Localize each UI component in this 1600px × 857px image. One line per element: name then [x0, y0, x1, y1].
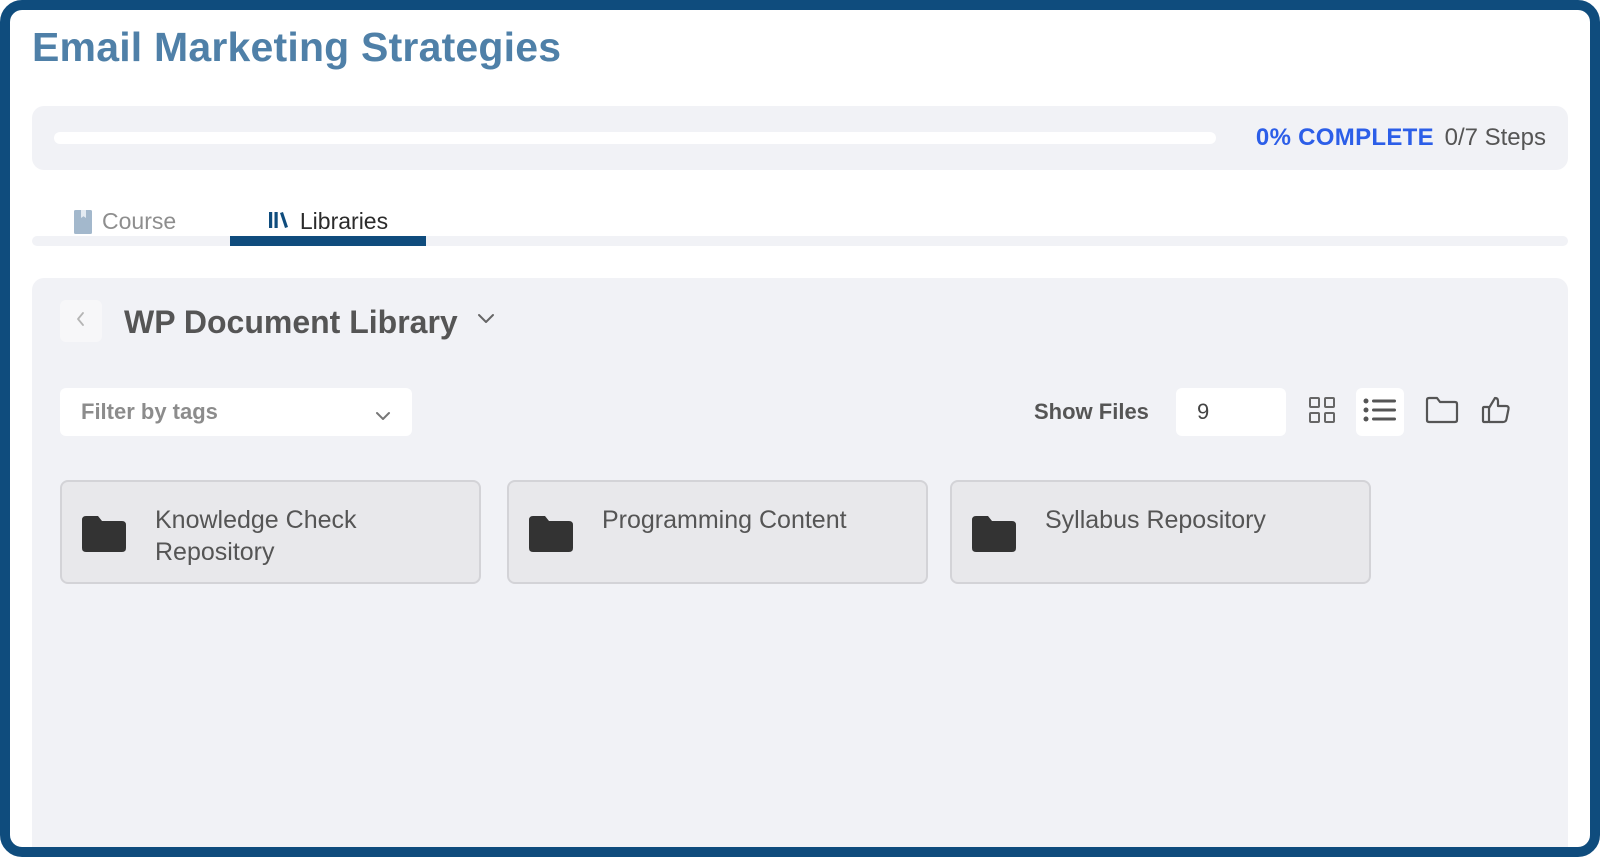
folder-name: Syllabus Repository [1045, 506, 1266, 534]
show-files-label: Show Files [1034, 399, 1149, 424]
folder-card[interactable]: Knowledge Check Repository [60, 480, 481, 584]
grid-view-icon [1308, 396, 1336, 429]
progress-bar [54, 132, 1216, 144]
folder-name: Knowledge Check Repository [155, 506, 357, 566]
page-title: Email Marketing Strategies [32, 24, 562, 70]
tab-course-label: Course [102, 208, 177, 234]
chevron-left-icon [75, 311, 87, 332]
folder-icon [970, 514, 1018, 559]
folder-card[interactable]: Syllabus Repository [950, 480, 1371, 584]
library-icon [268, 210, 290, 230]
document-library-panel: WP Document Library Filter by tags Show … [32, 278, 1568, 847]
show-files-input[interactable]: 9 [1176, 388, 1286, 436]
like-button[interactable] [1472, 388, 1520, 436]
book-icon [74, 210, 92, 234]
grid-view-button[interactable] [1298, 388, 1346, 436]
filter-by-tags-placeholder: Filter by tags [81, 399, 218, 424]
tab-course[interactable]: Course [74, 196, 234, 246]
library-dropdown-chevron-icon[interactable] [476, 312, 496, 331]
progress-steps: 0/7 Steps [1444, 124, 1546, 151]
tab-libraries[interactable]: Libraries [230, 196, 426, 246]
progress-percent: 0% COMPLETE [1255, 124, 1434, 151]
library-title: WP Document Library [124, 304, 458, 340]
list-view-button[interactable] [1356, 388, 1404, 436]
thumbs-up-icon [1481, 395, 1511, 430]
back-button[interactable] [60, 300, 102, 342]
tab-libraries-label: Libraries [299, 208, 389, 234]
folder-view-button[interactable] [1418, 388, 1466, 436]
folder-icon [527, 514, 575, 559]
progress-panel: 0% COMPLETE 0/7 Steps [32, 106, 1568, 170]
folder-card[interactable]: Programming Content [507, 480, 928, 584]
folder-view-icon [1425, 396, 1459, 429]
list-view-icon [1363, 397, 1397, 428]
filter-by-tags-select[interactable]: Filter by tags [60, 388, 412, 436]
chevron-down-icon [374, 404, 392, 430]
progress-summary: 0% COMPLETE 0/7 Steps [1256, 124, 1546, 152]
folder-icon [80, 514, 128, 559]
folder-name: Programming Content [602, 506, 847, 534]
app-frame: Email Marketing Strategies 0% COMPLETE 0… [0, 0, 1600, 857]
